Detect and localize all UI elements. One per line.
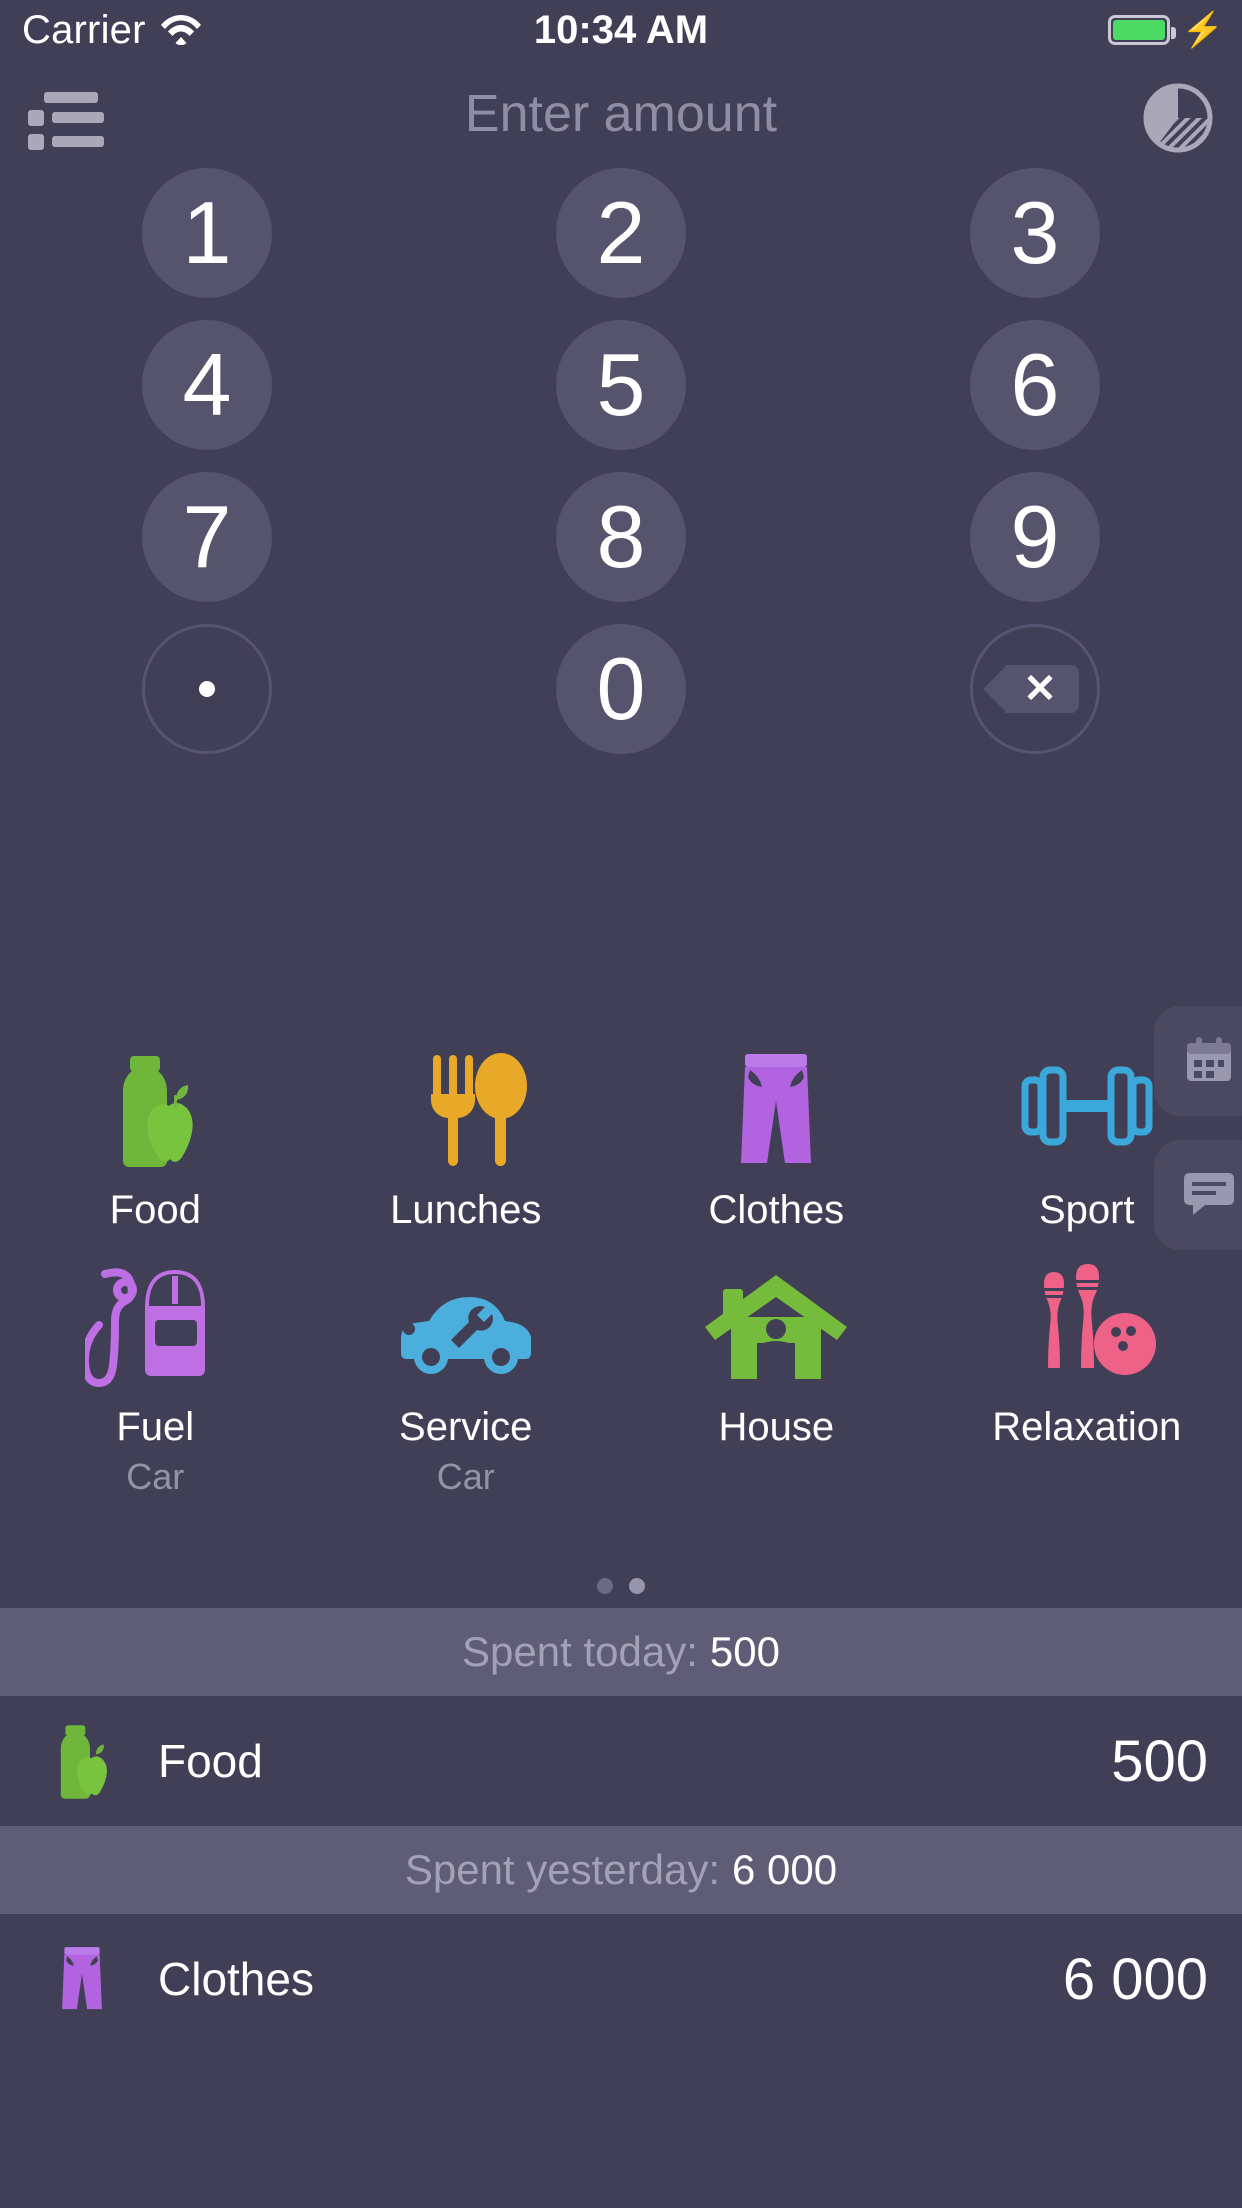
category-clothes[interactable]: Clothes — [621, 1030, 932, 1233]
category-lunches[interactable]: Lunches — [311, 1030, 622, 1233]
app-screen: Carrier 10:34 AM ⚡ Enter amount 1 2 3 4 … — [0, 0, 1242, 2208]
category-sublabel: Car — [126, 1456, 185, 1497]
category-label: House — [718, 1405, 835, 1449]
category-label: Clothes — [708, 1188, 845, 1232]
category-grid[interactable]: Food Lunches Clothes Sport Fuel Car Serv… — [0, 1030, 1242, 1498]
category-fuel[interactable]: Fuel Car — [0, 1247, 311, 1498]
key-decimal[interactable] — [142, 624, 272, 754]
bottle-apple-icon — [90, 1030, 220, 1170]
pants-icon — [34, 1931, 130, 2027]
page-dot[interactable] — [597, 1578, 613, 1594]
key-3[interactable]: 3 — [970, 168, 1100, 298]
category-sport[interactable]: Sport — [932, 1030, 1242, 1233]
close-x-icon: ✕ — [1023, 667, 1057, 711]
key-4[interactable]: 4 — [142, 320, 272, 450]
summary-header-value: 500 — [709, 1628, 780, 1675]
lightning-bolt-icon: ⚡ — [1181, 11, 1224, 49]
pants-icon — [711, 1030, 841, 1170]
dumbbell-icon — [1017, 1030, 1157, 1170]
category-label: Fuel — [116, 1405, 195, 1449]
category-sublabel: Car — [436, 1456, 495, 1497]
fuel-pump-icon — [85, 1247, 225, 1387]
category-label: Food — [109, 1188, 201, 1232]
status-bar: Carrier 10:34 AM ⚡ — [0, 0, 1242, 60]
bottle-apple-icon — [34, 1713, 130, 1809]
summary-header-label: Spent today: — [462, 1628, 698, 1675]
summary-row-amount: 6 000 — [1062, 1946, 1208, 2012]
bowling-icon — [1012, 1247, 1162, 1387]
key-1[interactable]: 1 — [142, 168, 272, 298]
key-0[interactable]: 0 — [556, 624, 686, 754]
status-bar-right: ⚡ — [1107, 11, 1224, 49]
category-service[interactable]: Service Car — [311, 1247, 622, 1498]
summary-header-today: Spent today: 500 — [0, 1608, 1242, 1696]
category-label: Sport — [1038, 1188, 1135, 1232]
category-label: Service — [399, 1405, 533, 1449]
page-dot-active[interactable] — [629, 1578, 645, 1594]
key-9[interactable]: 9 — [970, 472, 1100, 602]
page-title: Enter amount — [464, 85, 778, 143]
summary-header-value: 6 000 — [732, 1846, 838, 1893]
summary-header-label: Spent yesterday: — [404, 1846, 721, 1893]
key-7[interactable]: 7 — [142, 472, 272, 602]
status-bar-time: 10:34 AM — [533, 7, 709, 52]
category-relaxation[interactable]: Relaxation — [932, 1247, 1242, 1498]
summary-header-yesterday: Spent yesterday: 6 000 — [0, 1826, 1242, 1914]
key-8[interactable]: 8 — [556, 472, 686, 602]
key-5[interactable]: 5 — [556, 320, 686, 450]
decimal-dot-icon — [199, 681, 215, 697]
page-indicator[interactable] — [0, 1578, 1242, 1594]
backspace-shape: ✕ — [983, 665, 1079, 713]
summary-row-clothes[interactable]: Clothes 6 000 — [0, 1914, 1242, 2044]
category-food[interactable]: Food — [0, 1030, 311, 1233]
backspace-icon[interactable]: ✕ — [970, 624, 1100, 754]
fork-spoon-icon — [401, 1030, 531, 1170]
summary-row-name: Clothes — [158, 1953, 314, 2005]
battery-icon — [1107, 15, 1176, 45]
summary-row-food[interactable]: Food 500 — [0, 1696, 1242, 1826]
house-icon — [701, 1247, 851, 1387]
pie-chart-icon[interactable] — [1142, 82, 1214, 154]
car-wrench-icon — [391, 1247, 541, 1387]
numeric-keypad[interactable]: 1 2 3 4 5 6 7 8 9 0 ✕ — [0, 168, 1242, 754]
nav-bar: Enter amount — [0, 60, 1242, 172]
key-2[interactable]: 2 — [556, 168, 686, 298]
category-label: Lunches — [390, 1188, 542, 1232]
summary-row-name: Food — [158, 1735, 263, 1787]
key-6[interactable]: 6 — [970, 320, 1100, 450]
category-label: Relaxation — [992, 1405, 1182, 1449]
summary-row-amount: 500 — [1111, 1728, 1208, 1794]
category-house[interactable]: House — [621, 1247, 932, 1498]
